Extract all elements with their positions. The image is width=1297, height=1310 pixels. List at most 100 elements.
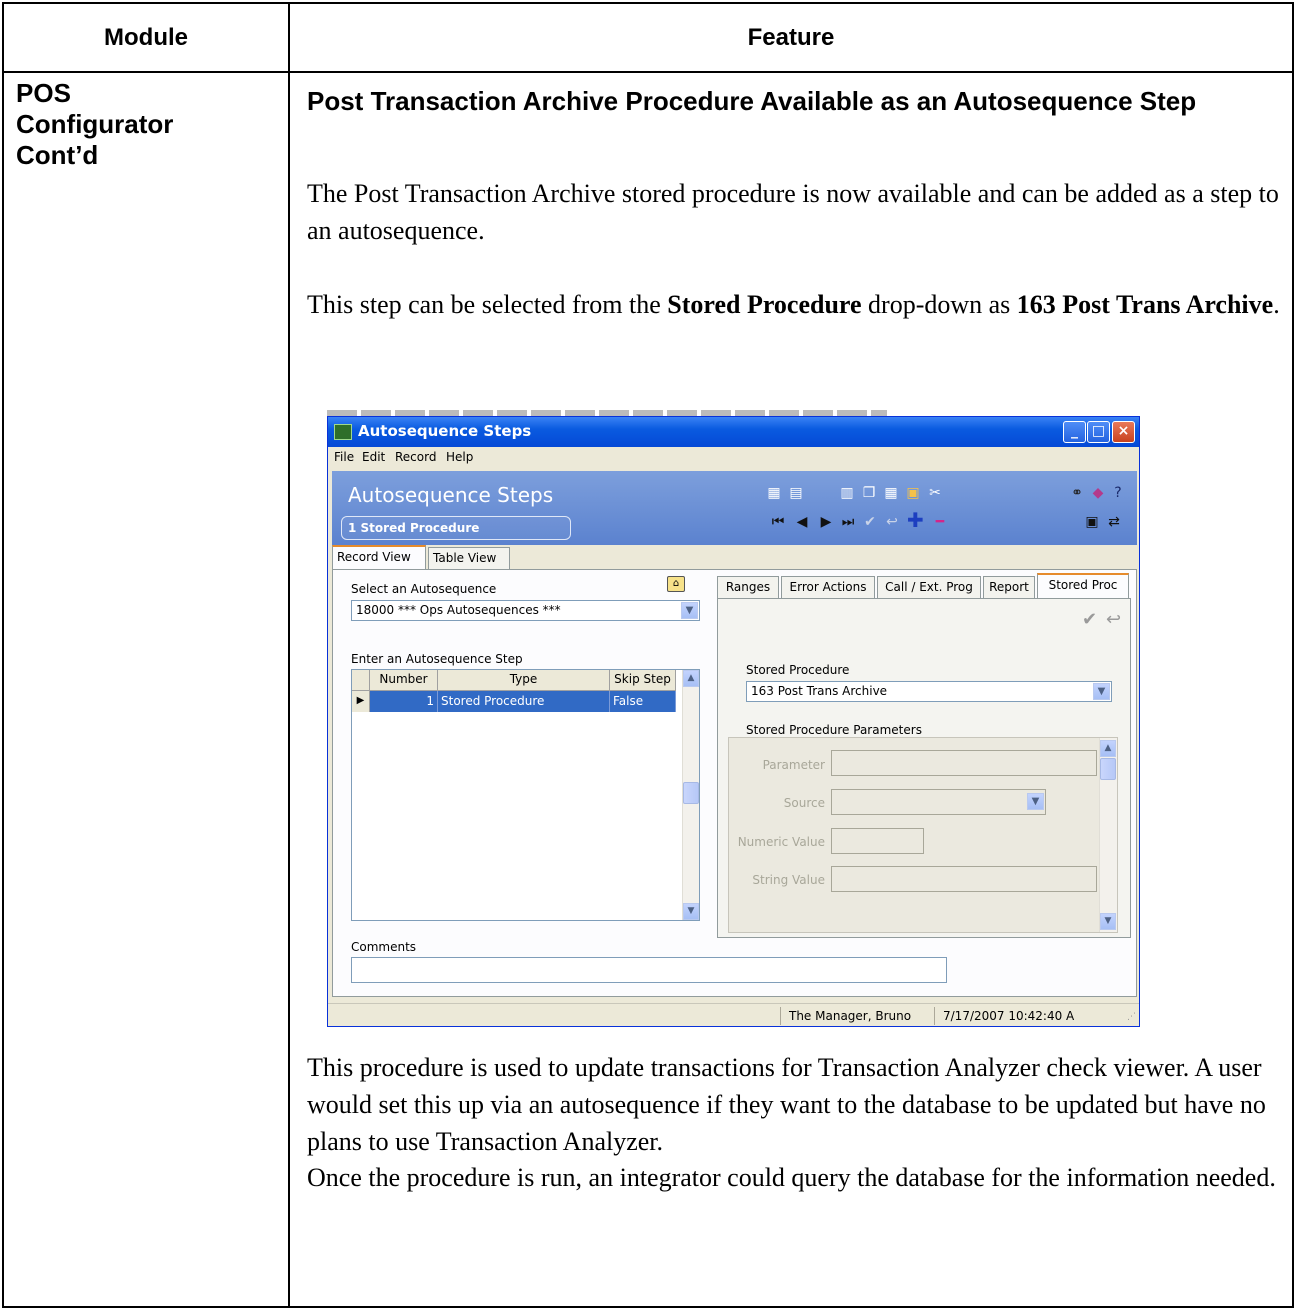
- title-bar[interactable]: Autosequence Steps _ □ ×: [328, 417, 1139, 447]
- paste-icon[interactable]: ▦: [883, 485, 899, 501]
- parameters-scrollbar[interactable]: ▲ ▼: [1099, 738, 1117, 932]
- parameters-label: Stored Procedure Parameters: [746, 723, 922, 737]
- parameters-group: Parameter Source ▼ Numeric Value String …: [728, 737, 1118, 933]
- menu-help[interactable]: Help: [446, 450, 473, 464]
- stored-procedure-label: Stored Procedure: [746, 663, 850, 677]
- minimize-button[interactable]: _: [1063, 421, 1086, 443]
- cell-number: 1: [370, 691, 438, 712]
- string-value-field[interactable]: [831, 866, 1097, 892]
- numeric-value-field[interactable]: [831, 828, 924, 854]
- column-header-type[interactable]: Type: [438, 670, 610, 691]
- open-folder-icon[interactable]: ⌂: [667, 576, 685, 592]
- feature-header: Feature: [747, 24, 835, 51]
- monitor-icon[interactable]: ▣: [1084, 514, 1100, 530]
- tab-report[interactable]: Report: [983, 576, 1035, 598]
- first-icon[interactable]: ⏮: [770, 514, 786, 530]
- tab-call-ext-prog[interactable]: Call / Ext. Prog: [877, 576, 981, 598]
- module-cell: POS Configurator Cont’d: [16, 78, 276, 171]
- para-bold: Stored Procedure: [667, 290, 862, 319]
- module-line: POS: [16, 78, 71, 108]
- clear-icon[interactable]: ▤: [788, 485, 804, 501]
- print-icon[interactable]: ▣: [905, 485, 921, 501]
- menu-file[interactable]: File: [334, 450, 354, 464]
- autosequence-select-value: 18000 *** Ops Autosequences ***: [356, 603, 561, 617]
- autosequence-select[interactable]: 18000 *** Ops Autosequences *** ▼: [351, 600, 700, 621]
- chevron-down-icon[interactable]: ▼: [681, 602, 698, 619]
- menu-bar: File Edit Record Help: [328, 447, 1139, 469]
- table-header-row: Module Feature: [4, 4, 1292, 73]
- add-icon[interactable]: ✚: [907, 510, 924, 530]
- module-line: Configurator: [16, 109, 174, 139]
- menu-edit[interactable]: Edit: [362, 450, 385, 464]
- paragraph-intro: The Post Transaction Archive stored proc…: [307, 179, 1279, 245]
- scroll-up-icon[interactable]: ▲: [683, 670, 699, 687]
- next-icon[interactable]: ▶: [818, 514, 834, 530]
- banner-title: Autosequence Steps: [348, 483, 554, 507]
- cut-icon[interactable]: ✂: [927, 485, 943, 501]
- stored-proc-panel: ✔ ↩ Stored Procedure 163 Post Trans Arch…: [717, 598, 1131, 938]
- network-icon[interactable]: ⇄: [1106, 514, 1122, 530]
- scroll-up-icon[interactable]: ▲: [1100, 740, 1116, 757]
- maximize-button[interactable]: □: [1087, 421, 1110, 443]
- table-row[interactable]: 1 Stored Procedure False: [370, 691, 676, 712]
- delete-icon[interactable]: ▥: [839, 485, 855, 501]
- string-value-label: String Value: [752, 873, 825, 887]
- comments-label: Comments: [351, 940, 417, 954]
- para-text: This step can be selected from the: [307, 290, 668, 319]
- select-autosequence-label: Select an Autosequence: [351, 582, 497, 596]
- undo-icon[interactable]: ↩: [884, 514, 900, 530]
- stored-procedure-value: 163 Post Trans Archive: [751, 684, 888, 698]
- confirm-icon[interactable]: ✔: [1082, 609, 1097, 630]
- source-select[interactable]: ▼: [831, 789, 1046, 815]
- help-icon[interactable]: ?: [1110, 485, 1126, 501]
- comments-field[interactable]: [351, 957, 947, 983]
- window-title: Autosequence Steps: [358, 422, 532, 440]
- column-divider: [288, 4, 290, 1306]
- cell-type: Stored Procedure: [438, 691, 610, 712]
- scroll-down-icon[interactable]: ▼: [1100, 913, 1116, 930]
- status-bar: The Manager, Bruno 7/17/2007 10:42:40 A …: [328, 1003, 1139, 1026]
- row-selector-icon[interactable]: ▶: [352, 691, 370, 712]
- scroll-thumb[interactable]: [683, 782, 699, 804]
- record-panel: Select an Autosequence ⌂ 18000 *** Ops A…: [332, 569, 1137, 997]
- step-label: Enter an Autosequence Step: [351, 652, 523, 666]
- column-header-skip-step[interactable]: Skip Step: [610, 670, 676, 691]
- para-text: .: [1273, 290, 1280, 319]
- close-button[interactable]: ×: [1112, 421, 1135, 443]
- paragraph-usage: This procedure is used to update transac…: [307, 1053, 1266, 1156]
- parameter-label: Parameter: [762, 758, 825, 772]
- current-record-label: 1 Stored Procedure: [341, 516, 571, 540]
- grid-corner: [352, 670, 370, 691]
- chevron-down-icon[interactable]: ▼: [1027, 793, 1044, 810]
- para-bold: 163 Post Trans Archive: [1016, 290, 1274, 319]
- tab-record-view[interactable]: Record View: [332, 545, 426, 569]
- resize-grip-icon[interactable]: ⋰: [1127, 1012, 1136, 1022]
- stored-procedure-select[interactable]: 163 Post Trans Archive ▼: [746, 681, 1112, 702]
- status-user: The Manager, Bruno: [780, 1007, 928, 1025]
- paragraph-selection: This step can be selected from the Store…: [307, 286, 1282, 323]
- tab-table-view[interactable]: Table View: [428, 547, 510, 569]
- tab-stored-proc[interactable]: Stored Proc: [1037, 573, 1129, 598]
- scroll-down-icon[interactable]: ▼: [683, 903, 699, 920]
- tab-ranges[interactable]: Ranges: [717, 576, 779, 598]
- steps-grid: Number Type Skip Step ▶ 1 Stored Procedu…: [351, 669, 700, 921]
- remove-icon[interactable]: ━: [932, 514, 948, 530]
- binoculars-icon[interactable]: ⚭: [1069, 485, 1085, 501]
- prev-icon[interactable]: ◀: [794, 514, 810, 530]
- copy-icon[interactable]: ❐: [861, 485, 877, 501]
- save-icon[interactable]: ✔: [862, 514, 878, 530]
- numeric-value-label: Numeric Value: [737, 835, 825, 849]
- app-icon: [334, 424, 352, 440]
- parameter-field[interactable]: [831, 750, 1097, 776]
- book-icon[interactable]: ◆: [1090, 485, 1106, 501]
- find-icon[interactable]: ▦: [766, 485, 782, 501]
- chevron-down-icon[interactable]: ▼: [1093, 683, 1110, 700]
- menu-record[interactable]: Record: [395, 450, 436, 464]
- tab-error-actions[interactable]: Error Actions: [781, 576, 875, 598]
- column-header-number[interactable]: Number: [370, 670, 438, 691]
- grid-scrollbar[interactable]: ▲ ▼: [682, 670, 699, 920]
- header-banner: Autosequence Steps 1 Stored Procedure ▦ …: [332, 471, 1137, 545]
- scroll-thumb[interactable]: [1100, 758, 1116, 780]
- undo-icon[interactable]: ↩: [1106, 609, 1121, 630]
- last-icon[interactable]: ⏭: [840, 514, 856, 530]
